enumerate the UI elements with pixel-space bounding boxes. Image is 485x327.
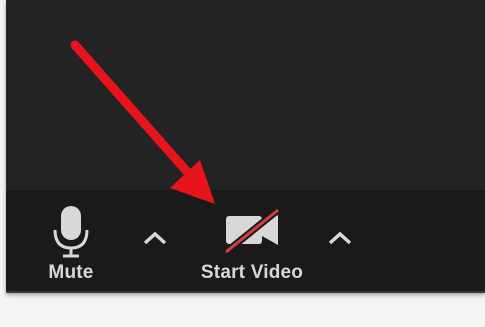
start-video-label: Start Video: [200, 262, 304, 283]
video-area: [6, 0, 485, 190]
microphone-icon: [51, 206, 91, 263]
audio-options-caret[interactable]: [140, 228, 170, 248]
meeting-toolbar: Mute Start Video: [6, 190, 485, 291]
chevron-up-icon: [328, 231, 352, 245]
start-video-button[interactable]: Start Video: [182, 200, 322, 290]
mute-label: Mute: [48, 262, 94, 283]
meeting-window: Mute Start Video: [6, 0, 485, 293]
video-options-caret[interactable]: [325, 228, 355, 248]
chevron-up-icon: [143, 231, 167, 245]
video-camera-off-icon: [220, 206, 284, 261]
mute-button[interactable]: Mute: [11, 200, 131, 290]
